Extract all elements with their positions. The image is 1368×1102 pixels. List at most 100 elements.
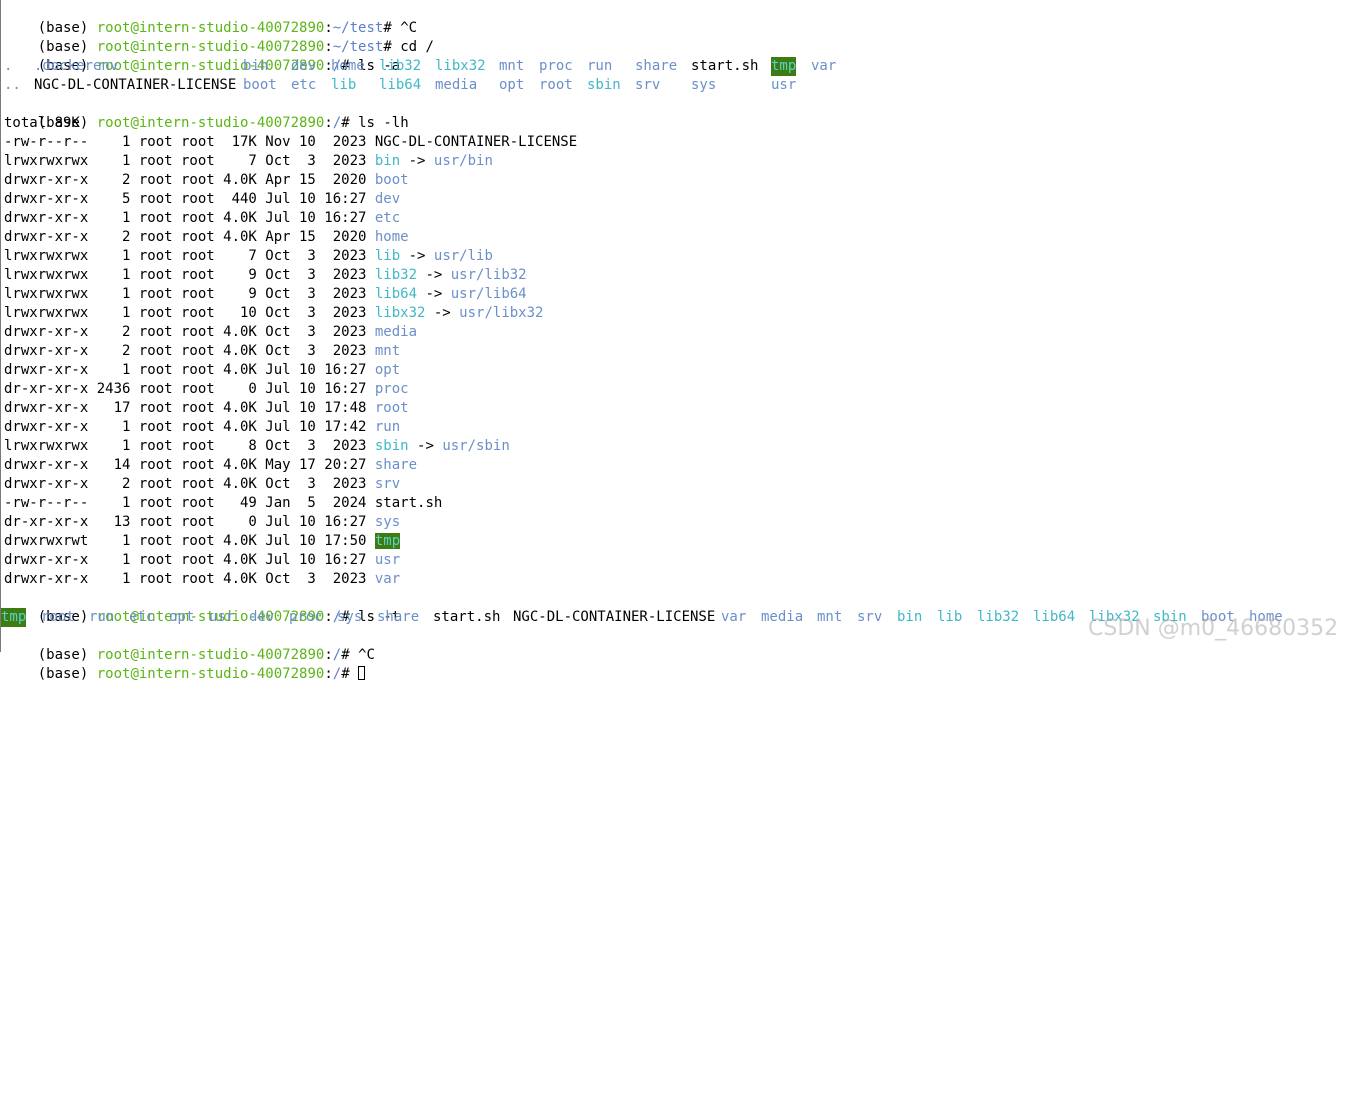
dir-name: media <box>374 324 418 340</box>
watermark: CSDN @m0_46680352 <box>1088 616 1339 641</box>
dir-entry: var <box>811 58 837 74</box>
prompt-path: / <box>332 115 342 131</box>
dir-entry: proc <box>289 609 323 625</box>
file-metadata: drwxr-xr-x 1 root root 4.0K Jul 10 17:42 <box>4 419 375 435</box>
prompt-user-host: root@intern-studio-40072890 <box>96 115 325 131</box>
dir-name: mnt <box>374 343 401 359</box>
dir-entry: proc <box>539 58 573 74</box>
file-metadata: drwxrwxrwt 1 root root 4.0K Jul 10 17:50 <box>4 533 375 549</box>
dir-entry: media <box>761 609 804 625</box>
file-metadata: dr-xr-xr-x 13 root root 0 Jul 10 16:27 <box>4 514 375 530</box>
dir-entry: srv <box>857 609 883 625</box>
ls-lh-row: drwxr-xr-x 1 root root 4.0K Jul 10 16:27… <box>4 551 400 570</box>
symlink-entry: bin <box>897 609 923 625</box>
symlink-arrow: -> <box>400 153 434 169</box>
dir-name: sys <box>374 514 401 530</box>
dir-entry: root <box>41 609 75 625</box>
symlink-arrow: -> <box>425 305 460 321</box>
dir-name: dev <box>374 191 401 207</box>
symlink-entry: lib32 <box>379 58 422 74</box>
symlink-name: libx32 <box>374 305 426 321</box>
dir-entry: dev <box>291 58 317 74</box>
dir-entry: sys <box>337 609 363 625</box>
terminal-window[interactable]: (base) root@intern-studio-40072890:~/tes… <box>0 0 1368 682</box>
terminal-line: (base) root@intern-studio-40072890:~/tes… <box>37 20 418 36</box>
symlink-entry: lib32 <box>977 609 1020 625</box>
file-metadata: lrwxrwxrwx 1 root root 9 Oct 3 2023 <box>4 286 375 302</box>
ls-lh-row: drwxr-xr-x 2 root root 4.0K Apr 15 2020 … <box>4 171 409 190</box>
dir-entry: media <box>435 77 478 93</box>
dir-entry: bin <box>243 58 269 74</box>
dir-name: opt <box>374 362 401 378</box>
file-entry: start.sh <box>433 609 501 625</box>
symlink-entry: sbin <box>587 77 621 93</box>
ls-lh-row: drwxr-xr-x 17 root root 4.0K Jul 10 17:4… <box>4 399 409 418</box>
ls-lh-row: drwxr-xr-x 2 root root 4.0K Oct 3 2023 m… <box>4 342 400 361</box>
dir-name: etc <box>374 210 401 226</box>
dir-entry: srv <box>635 77 661 93</box>
file-metadata: drwxr-xr-x 2 root root 4.0K Oct 3 2023 <box>4 324 375 340</box>
file-entry: start.sh <box>691 58 759 74</box>
dir-entry: share <box>635 58 678 74</box>
terminal-line: (base) root@intern-studio-40072890:~/tes… <box>37 39 434 55</box>
ls-lh-row: lrwxrwxrwx 1 root root 7 Oct 3 2023 lib … <box>4 247 493 266</box>
file-entry: NGC-DL-CONTAINER-LICENSE <box>34 77 237 93</box>
file-name: NGC-DL-CONTAINER-LICENSE <box>374 134 578 150</box>
file-metadata: drwxr-xr-x 17 root root 4.0K Jul 10 17:4… <box>4 400 375 416</box>
symlink-name: lib64 <box>374 286 418 302</box>
terminal-line: (base) root@intern-studio-40072890:/# ^C <box>37 647 375 663</box>
ls-lh-row: drwxr-xr-x 2 root root 4.0K Oct 3 2023 m… <box>4 323 417 342</box>
symlink-name: lib32 <box>374 267 418 283</box>
symlink-arrow: -> <box>408 438 443 454</box>
ls-lh-row: -rw-r--r-- 1 root root 17K Nov 10 2023 N… <box>4 133 577 152</box>
file-metadata: lrwxrwxrwx 1 root root 7 Oct 3 2023 <box>4 248 375 264</box>
ls-lh-row: dr-xr-xr-x 13 root root 0 Jul 10 16:27 s… <box>4 513 400 532</box>
file-metadata: dr-xr-xr-x 2436 root root 0 Jul 10 16:27 <box>4 381 375 397</box>
sticky-dir-entry: tmp <box>1 608 27 627</box>
ls-total: total 89K <box>4 115 80 131</box>
command-text: cd / <box>400 39 434 55</box>
ls-lh-row: drwxr-xr-x 5 root root 440 Jul 10 16:27 … <box>4 190 400 209</box>
file-metadata: lrwxrwxrwx 1 root root 7 Oct 3 2023 <box>4 153 375 169</box>
file-metadata: drwxr-xr-x 2 root root 4.0K Apr 15 2020 <box>4 172 375 188</box>
dir-entry: root <box>539 77 573 93</box>
dir-entry: run <box>587 58 613 74</box>
dir-entry: .. <box>4 77 21 93</box>
ls-lh-row: drwxr-xr-x 2 root root 4.0K Apr 15 2020 … <box>4 228 409 247</box>
ls-lh-row: drwxr-xr-x 2 root root 4.0K Oct 3 2023 s… <box>4 475 400 494</box>
terminal-input-line[interactable]: (base) root@intern-studio-40072890:/# <box>4 646 366 682</box>
dir-entry: sys <box>691 77 717 93</box>
dir-name: var <box>374 571 401 587</box>
ls-lh-row: drwxr-xr-x 1 root root 4.0K Oct 3 2023 v… <box>4 570 400 589</box>
file-metadata: lrwxrwxrwx 1 root root 8 Oct 3 2023 <box>4 438 375 454</box>
ls-a-row: .. NGC-DL-CONTAINER-LICENSE boot etc lib… <box>4 76 1364 95</box>
dir-entry: mnt <box>499 58 525 74</box>
ls-lh-row: drwxr-xr-x 1 root root 4.0K Jul 10 16:27… <box>4 361 400 380</box>
dir-entry: usr <box>209 609 235 625</box>
dir-entry: usr <box>771 77 797 93</box>
ls-lh-row: drwxr-xr-x 1 root root 4.0K Jul 10 17:42… <box>4 418 400 437</box>
terminal-line: (base) root@intern-studio-40072890:/# ls… <box>37 609 401 625</box>
file-metadata: drwxr-xr-x 2 root root 4.0K Apr 15 2020 <box>4 229 375 245</box>
file-metadata: -rw-r--r-- 1 root root 17K Nov 10 2023 <box>4 134 375 150</box>
dir-name: boot <box>374 172 409 188</box>
dir-name: root <box>374 400 409 416</box>
file-metadata: drwxr-xr-x 5 root root 440 Jul 10 16:27 <box>4 191 375 207</box>
dir-name: home <box>374 229 409 245</box>
sticky-dir-entry: tmp <box>771 57 797 76</box>
dir-entry: opt <box>499 77 525 93</box>
symlink-entry: lib <box>937 609 963 625</box>
symlink-name: bin <box>374 153 401 169</box>
symlink-target: usr/lib64 <box>450 286 527 302</box>
dir-name: run <box>374 419 401 435</box>
dir-entry: home <box>331 58 365 74</box>
ls-lh-row: drwxr-xr-x 14 root root 4.0K May 17 20:2… <box>4 456 417 475</box>
ls-lh-row: lrwxrwxrwx 1 root root 8 Oct 3 2023 sbin… <box>4 437 510 456</box>
file-metadata: drwxr-xr-x 2 root root 4.0K Oct 3 2023 <box>4 476 375 492</box>
file-metadata: drwxr-xr-x 1 root root 4.0K Jul 10 16:27 <box>4 210 375 226</box>
dir-entry: etc <box>291 77 317 93</box>
ls-lh-row: lrwxrwxrwx 1 root root 7 Oct 3 2023 bin … <box>4 152 493 171</box>
dir-entry: etc <box>129 609 155 625</box>
prompt-path: / <box>332 666 342 682</box>
symlink-target: usr/lib <box>433 248 493 264</box>
